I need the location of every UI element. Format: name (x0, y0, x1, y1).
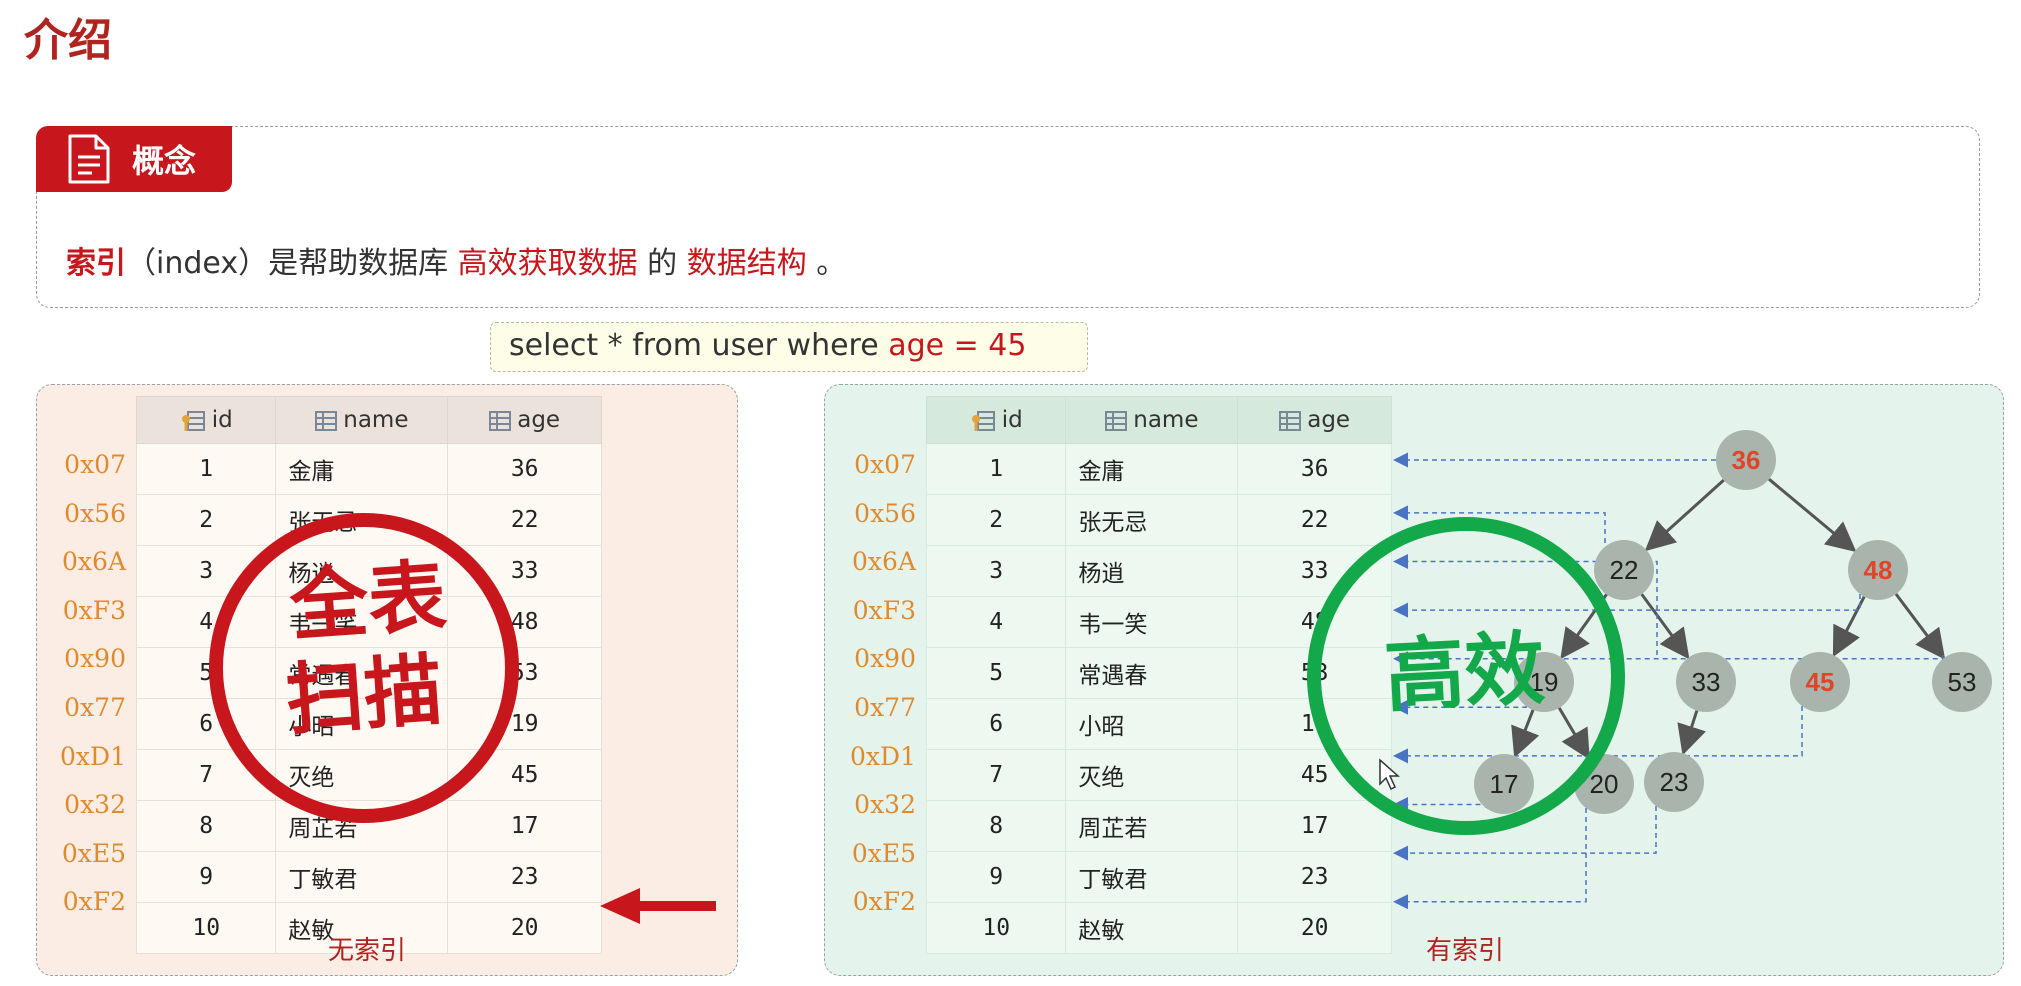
tree-node-48: 48 (1848, 540, 1908, 600)
tree-edge (1677, 710, 1706, 756)
scan-arrow-icon (600, 888, 716, 924)
tree-node-label: 20 (1590, 769, 1619, 799)
tree-node-label: 36 (1732, 445, 1761, 475)
tree-node-label: 53 (1948, 667, 1977, 697)
full-scan-stamp-line-1: 全表 (286, 551, 449, 653)
row-pointer-arrow (1393, 797, 1487, 812)
tree-node-label: 33 (1692, 667, 1721, 697)
tree-node-36: 36 (1716, 430, 1776, 490)
tree-node-53: 53 (1932, 652, 1992, 712)
tree-edge (1768, 478, 1857, 553)
tree-node-33: 33 (1676, 652, 1736, 712)
mouse-cursor-icon (1379, 758, 1400, 791)
tree-edge (1640, 593, 1690, 660)
tree-node-label: 45 (1806, 667, 1835, 697)
tree-edge (1557, 707, 1590, 760)
tree-edge (1511, 709, 1540, 758)
full-scan-stamp: 全表 扫描 (209, 513, 519, 823)
tree-node-23: 23 (1644, 752, 1704, 812)
tree-node-label: 23 (1660, 767, 1689, 797)
efficient-stamp-text: 高效 (1382, 621, 1547, 723)
tree-node-label: 17 (1490, 769, 1519, 799)
tree-node-label: 22 (1610, 555, 1639, 585)
tree-node-45: 45 (1790, 652, 1850, 712)
tree-edge (1644, 478, 1725, 552)
diagram-overlay: 全表 扫描 3622 4819 33 45 5317 20 23 高效 (209, 430, 1992, 924)
full-scan-stamp-line-2: 扫描 (283, 645, 445, 747)
tree-edge (1894, 593, 1946, 660)
tree-node-label: 48 (1864, 555, 1893, 585)
tree-node-17: 17 (1474, 754, 1534, 814)
tree-node-22: 22 (1594, 540, 1654, 600)
btree-edges (1511, 478, 1946, 760)
